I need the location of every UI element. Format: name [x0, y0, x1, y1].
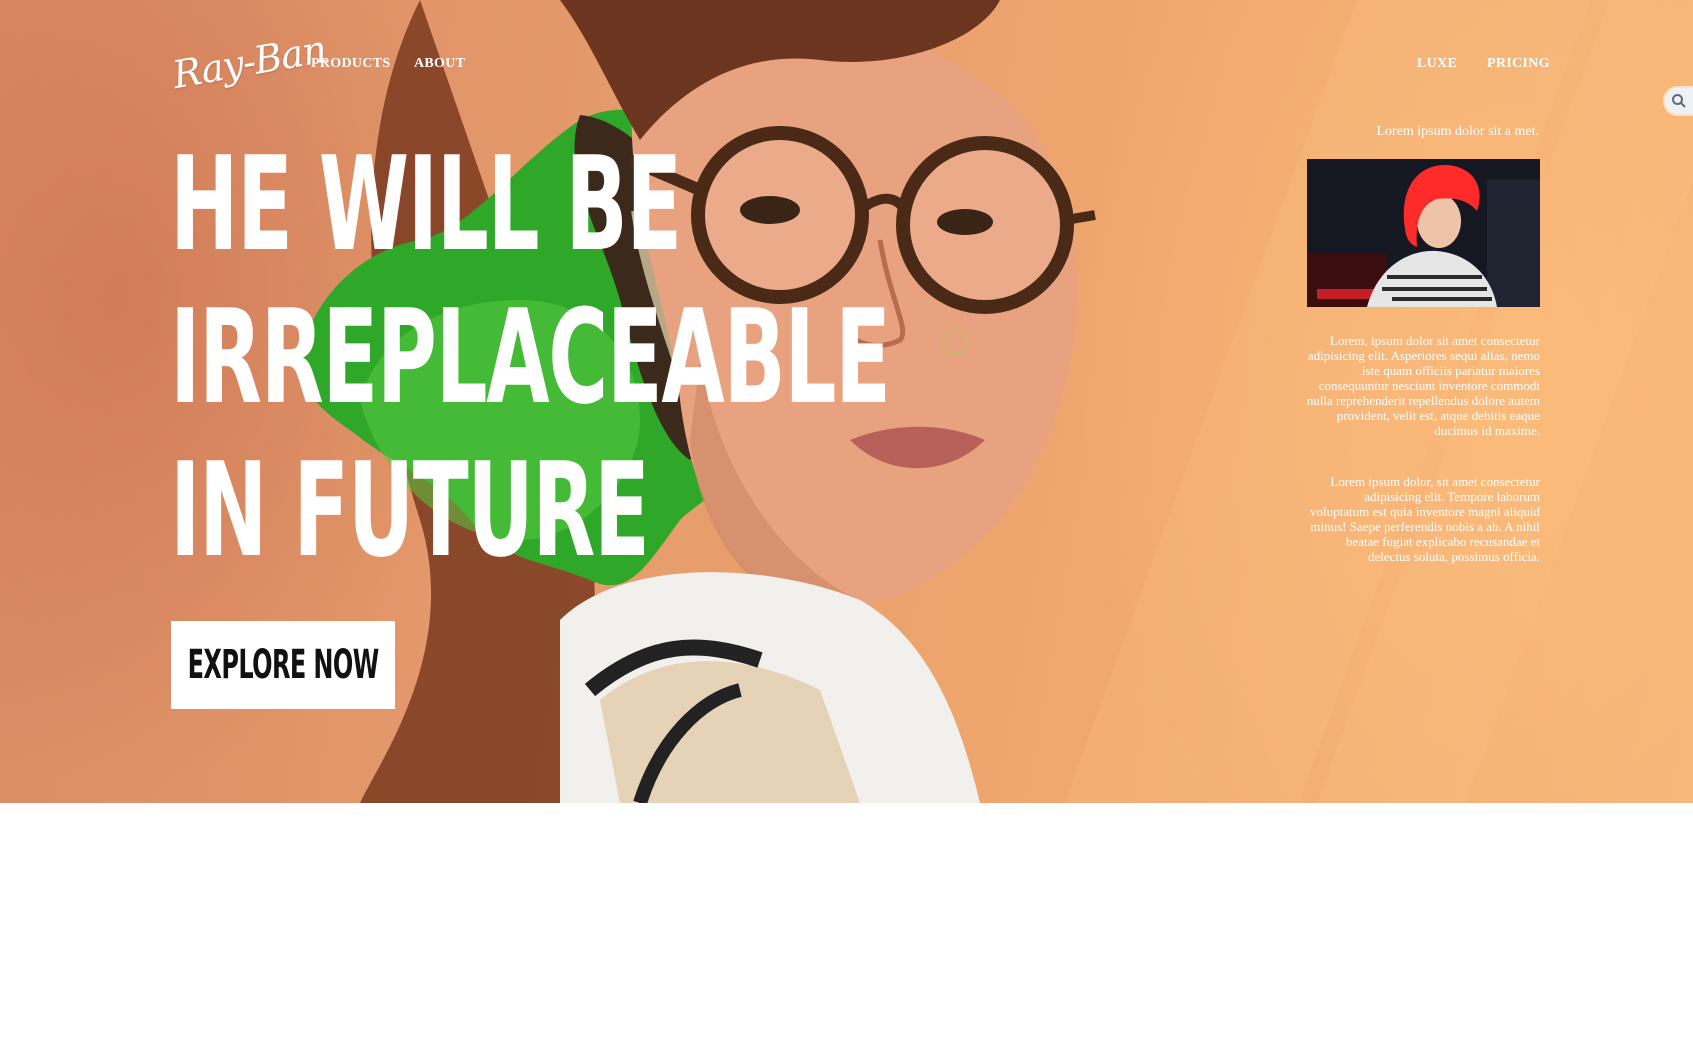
- featured-thumbnail-image[interactable]: [1307, 159, 1540, 307]
- search-icon: [1672, 94, 1686, 108]
- headline-line-1: HE WILL BE: [170, 128, 682, 280]
- headline-line-3: IN FUTURE: [170, 434, 650, 586]
- nav-pricing-link[interactable]: PRICING: [1487, 56, 1550, 72]
- explore-now-label: EXPLORE NOW: [187, 642, 380, 688]
- explore-now-button[interactable]: EXPLORE NOW: [171, 621, 395, 709]
- nav-products-link[interactable]: PRODUCTS: [311, 56, 390, 72]
- thumbnail-portrait: [1307, 159, 1540, 307]
- nav-about-link[interactable]: ABOUT: [414, 56, 465, 72]
- headline-line-2: IRREPLACEABLE: [170, 281, 891, 433]
- search-button[interactable]: [1665, 88, 1693, 114]
- hero-headline: HE WILL BE IRREPLACEABLE IN FUTURE: [170, 128, 891, 587]
- sidebar-paragraph-2: Lorem ipsum dolor, sit amet consectetur …: [1310, 474, 1540, 564]
- sidebar-paragraph-1: Lorem, ipsum dolor sit amet consectetur …: [1306, 333, 1540, 438]
- nav-luxe-link[interactable]: LUXE: [1417, 56, 1457, 72]
- sidebar-tagline: Lorem ipsum dolor sit a met.: [1376, 124, 1539, 139]
- hero-section: Ray-Ban PRODUCTS ABOUT LUXE PRICING HE W…: [0, 0, 1693, 803]
